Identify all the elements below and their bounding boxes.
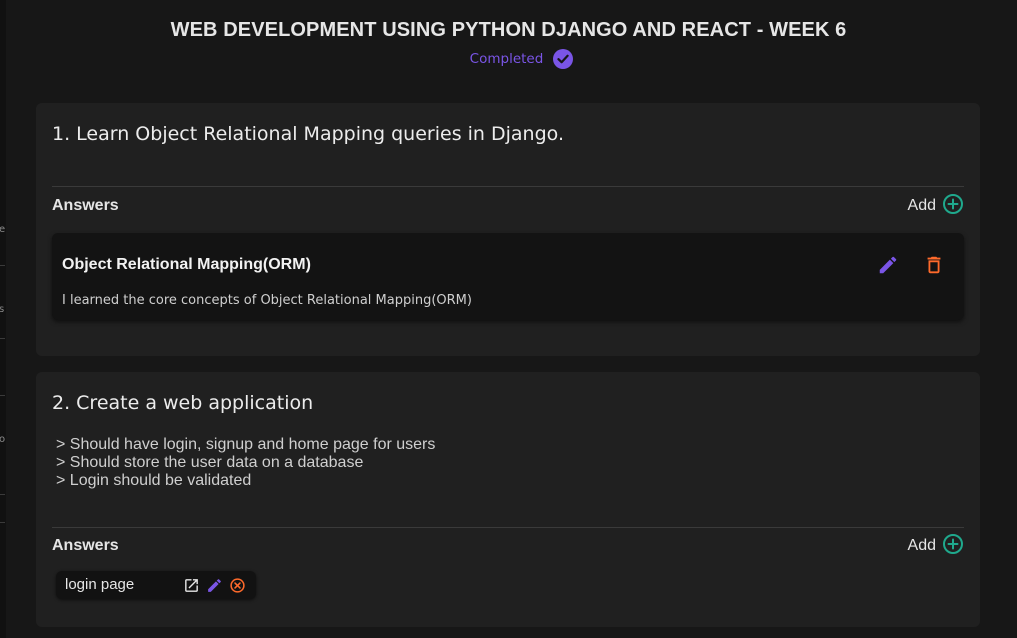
plus-circle-icon bbox=[942, 193, 964, 220]
external-link-icon bbox=[184, 578, 198, 592]
answers-label: Answers bbox=[52, 537, 119, 554]
answers-label: Answers bbox=[52, 197, 119, 214]
answer-title: Object Relational Mapping(ORM) bbox=[62, 256, 311, 273]
sidebar-edge-glyph: s bbox=[0, 304, 5, 315]
sidebar-edge-divider bbox=[0, 265, 5, 266]
answers-header: Answers Add bbox=[52, 533, 964, 560]
question-description: > Should have login, signup and home pag… bbox=[56, 436, 435, 490]
status-label: Completed bbox=[469, 51, 544, 67]
description-line: > Should store the user data on a databa… bbox=[56, 454, 364, 471]
delete-answer-button[interactable] bbox=[922, 253, 946, 277]
close-circle-icon bbox=[229, 577, 245, 593]
add-label: Add bbox=[907, 197, 936, 214]
completion-status: Completed bbox=[26, 49, 1017, 69]
description-line: > Login should be validated bbox=[56, 472, 252, 489]
question-card: 2. Create a web application > Should hav… bbox=[36, 372, 980, 627]
sidebar-edge-divider bbox=[0, 338, 5, 339]
edit-answer-button[interactable] bbox=[876, 253, 900, 277]
check-circle-icon bbox=[553, 49, 574, 69]
sidebar-edge-glyph: o bbox=[0, 434, 6, 445]
left-sidebar-edge: e s o bbox=[0, 0, 6, 638]
sidebar-edge-glyph: e bbox=[0, 224, 6, 235]
divider bbox=[52, 527, 964, 528]
remove-link-button[interactable] bbox=[228, 576, 246, 594]
pencil-icon bbox=[879, 256, 897, 274]
page-header: WEB DEVELOPMENT USING PYTHON DJANGO AND … bbox=[0, 0, 1017, 69]
answers-header: Answers Add bbox=[52, 193, 964, 220]
answer-card: Object Relational Mapping(ORM) I learned… bbox=[52, 233, 964, 320]
question-title: 1. Learn Object Relational Mapping queri… bbox=[52, 123, 564, 145]
add-answer-button[interactable]: Add bbox=[908, 533, 964, 560]
open-link-button[interactable] bbox=[182, 576, 200, 594]
plus-circle-icon bbox=[942, 533, 964, 560]
add-label: Add bbox=[907, 537, 936, 554]
sidebar-edge-divider bbox=[0, 522, 5, 523]
answer-link-chip: login page bbox=[56, 571, 256, 599]
question-title: 2. Create a web application bbox=[52, 392, 314, 414]
trash-icon bbox=[927, 256, 941, 274]
sidebar-edge-divider bbox=[0, 494, 5, 495]
description-line: > Should have login, signup and home pag… bbox=[56, 436, 436, 453]
answer-description: I learned the core concepts of Object Re… bbox=[62, 293, 472, 308]
pencil-icon bbox=[207, 578, 221, 592]
link-label: login page bbox=[65, 576, 135, 593]
edit-link-button[interactable] bbox=[205, 576, 223, 594]
add-answer-button[interactable]: Add bbox=[908, 193, 964, 220]
sidebar-edge-divider bbox=[0, 395, 5, 396]
page-title: WEB DEVELOPMENT USING PYTHON DJANGO AND … bbox=[170, 19, 847, 41]
divider bbox=[52, 186, 964, 187]
question-card: 1. Learn Object Relational Mapping queri… bbox=[36, 103, 980, 356]
